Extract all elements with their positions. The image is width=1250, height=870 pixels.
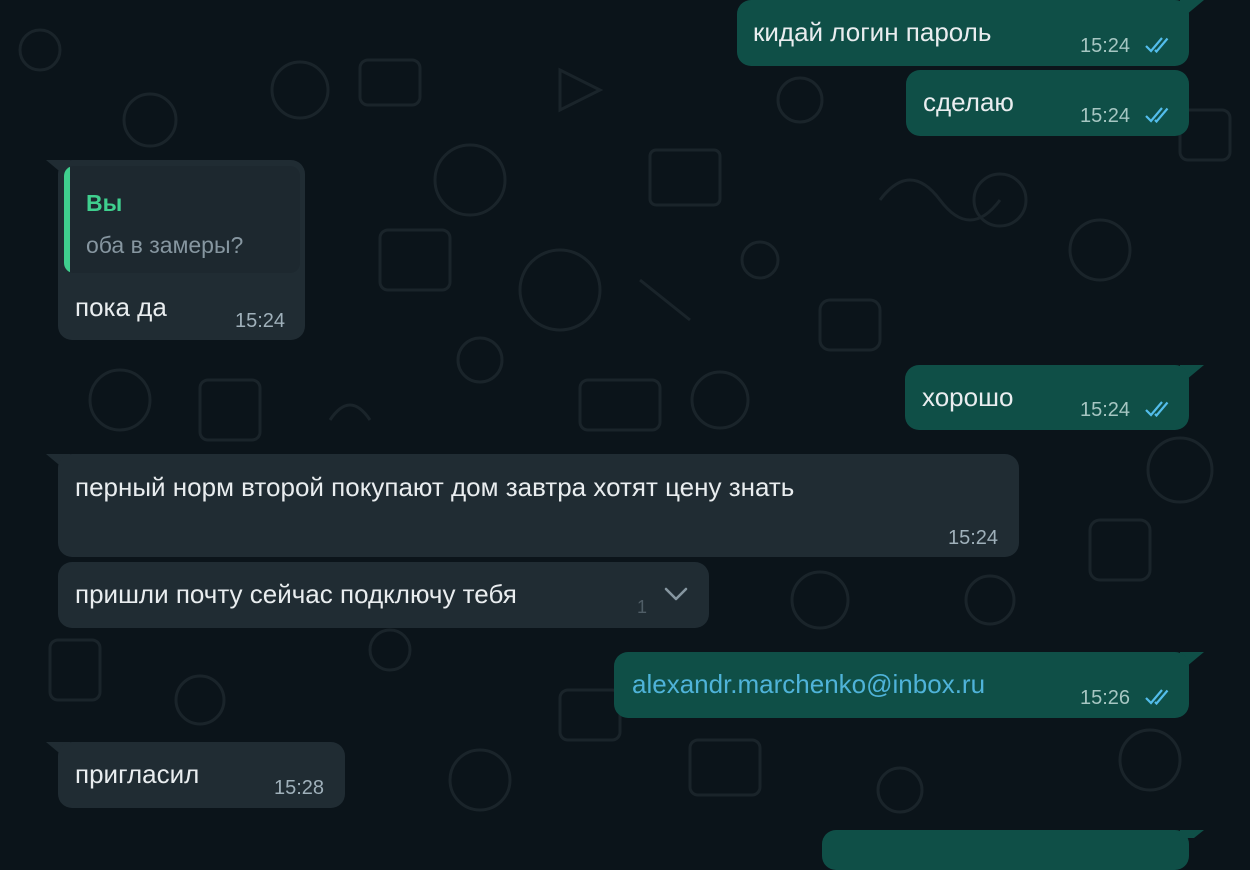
message-text: кидай логин пароль [753, 17, 992, 47]
message-bubble-incoming[interactable]: пришли почту сейчас подключу тебя 1 [58, 562, 709, 628]
message-bubble-incoming[interactable]: пригласил 15:28 [58, 742, 345, 808]
message-bubble-outgoing[interactable]: сделаю 15:24 [906, 70, 1189, 136]
message-bubble-incoming[interactable]: перный норм второй покупают дом завтра х… [58, 454, 1019, 557]
message-bubble-outgoing[interactable]: кидай логин пароль 15:24 [737, 0, 1189, 66]
message-text: пришли почту сейчас подключу тебя [75, 579, 517, 609]
read-double-check-icon [1145, 689, 1169, 706]
read-double-check-icon [1145, 37, 1169, 54]
message-time: 1 [637, 597, 648, 617]
email-link[interactable]: alexandr.marchenko@inbox.ru [632, 669, 985, 699]
message-text: пока да [75, 292, 167, 322]
quote-text: оба в замеры? [86, 232, 244, 258]
message-time: 15:24 [1080, 105, 1131, 127]
message-text: сделаю [923, 87, 1014, 117]
message-text: хорошо [922, 382, 1014, 412]
read-double-check-icon [1145, 107, 1169, 124]
bubble-tail [1180, 0, 1204, 20]
message-time: 15:24 [235, 310, 286, 332]
message-time: 15:24 [1080, 35, 1131, 57]
message-time: 15:24 [1080, 399, 1131, 421]
message-bubble-outgoing[interactable]: хорошо 15:24 [905, 365, 1189, 430]
quoted-message[interactable]: Вы оба в замеры? [64, 166, 300, 273]
message-bubble-incoming[interactable]: Вы оба в замеры? пока да 15:24 [58, 160, 305, 340]
bubble-tail [1180, 830, 1204, 838]
message-time: 15:28 [274, 777, 325, 799]
message-text: перный норм второй покупают дом завтра х… [75, 472, 795, 502]
message-text: пригласил [75, 759, 200, 789]
read-double-check-icon [1145, 401, 1169, 418]
chevron-down-icon[interactable] [663, 586, 689, 602]
message-bubble-outgoing-partial[interactable] [822, 830, 1189, 870]
message-bubble-outgoing[interactable]: alexandr.marchenko@inbox.ru 15:26 [614, 652, 1189, 718]
message-time: 15:26 [1080, 687, 1131, 709]
message-time: 15:24 [948, 527, 999, 549]
quote-accent-bar [64, 166, 70, 273]
quote-author: Вы [86, 190, 123, 216]
